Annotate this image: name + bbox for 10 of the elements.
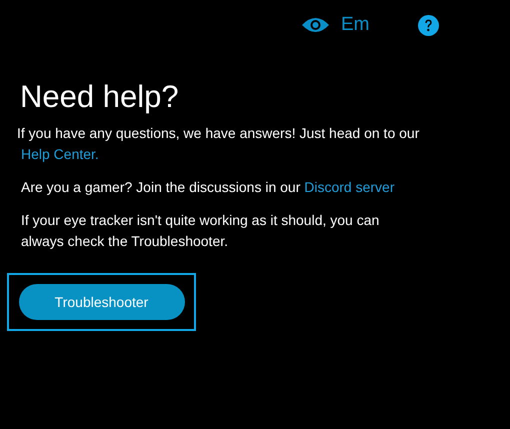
help-icon[interactable] [418, 14, 438, 36]
help-paragraph: If you have any questions, we have answers! Just head on to our Help Center. [17, 124, 420, 164]
text-link[interactable]: Help Center. [21, 146, 99, 162]
page-heading: Need help? [20, 78, 180, 116]
eye-icon[interactable] [302, 17, 329, 33]
language-label[interactable]: Em [341, 10, 370, 40]
text-link[interactable]: Discord server [304, 179, 395, 195]
troubleshooter-button[interactable]: Troubleshooter [18, 284, 184, 320]
help-paragraph: Are you a gamer? Join the discussions in our Discord server [20, 178, 396, 197]
help-paragraph: If your eye tracker isn't quite working as it should, you can always check the Troubleshooter. [20, 211, 380, 251]
